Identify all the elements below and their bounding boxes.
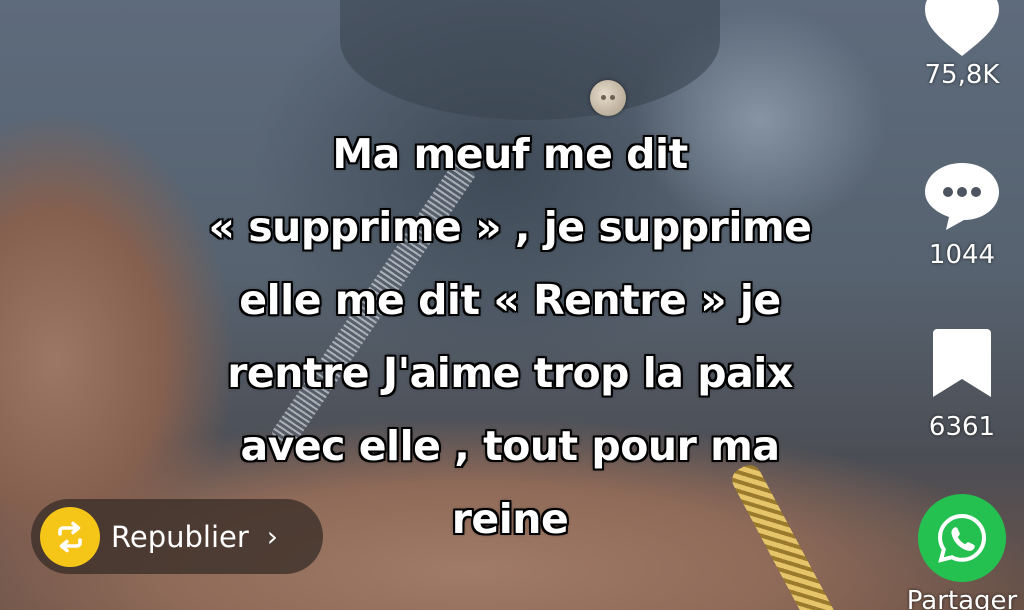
- share-button[interactable]: Partager: [900, 494, 1024, 610]
- whatsapp-icon: [935, 511, 989, 565]
- caption-line: elle me dit « Rentre » je: [239, 276, 781, 324]
- shirt-button: [590, 80, 626, 116]
- comment-bubble-icon: [922, 160, 1002, 232]
- jacket-collar: [340, 0, 720, 120]
- like-count: 75,8K: [924, 60, 1000, 90]
- heart-icon: [921, 0, 1003, 58]
- like-button[interactable]: 75,8K: [900, 0, 1024, 90]
- comment-button[interactable]: 1044: [900, 160, 1024, 270]
- whatsapp-share-circle: [918, 494, 1006, 582]
- chevron-right-icon: ›: [266, 520, 278, 553]
- action-rail: 75,8K 1044 6361 Partager: [900, 0, 1024, 610]
- caption-line: « supprime » , je supprime: [208, 203, 812, 251]
- comment-count: 1044: [928, 240, 996, 270]
- video-caption: Ma meuf me dit « supprime » , je supprim…: [150, 118, 870, 556]
- bookmark-count: 6361: [928, 412, 996, 442]
- caption-line: avec elle , tout pour ma: [240, 422, 780, 470]
- republish-button[interactable]: Republier ›: [31, 499, 323, 574]
- share-label: Partager: [906, 586, 1018, 610]
- republish-label: Republier: [111, 519, 249, 554]
- repost-icon: [40, 506, 100, 567]
- bookmark-icon: [931, 327, 993, 399]
- caption-line: reine: [451, 495, 569, 543]
- caption-line: rentre J'aime trop la paix: [227, 349, 793, 397]
- video-player[interactable]: Ma meuf me dit « supprime » , je supprim…: [0, 0, 1024, 610]
- bookmark-button[interactable]: 6361: [900, 327, 1024, 442]
- caption-line: Ma meuf me dit: [332, 130, 688, 178]
